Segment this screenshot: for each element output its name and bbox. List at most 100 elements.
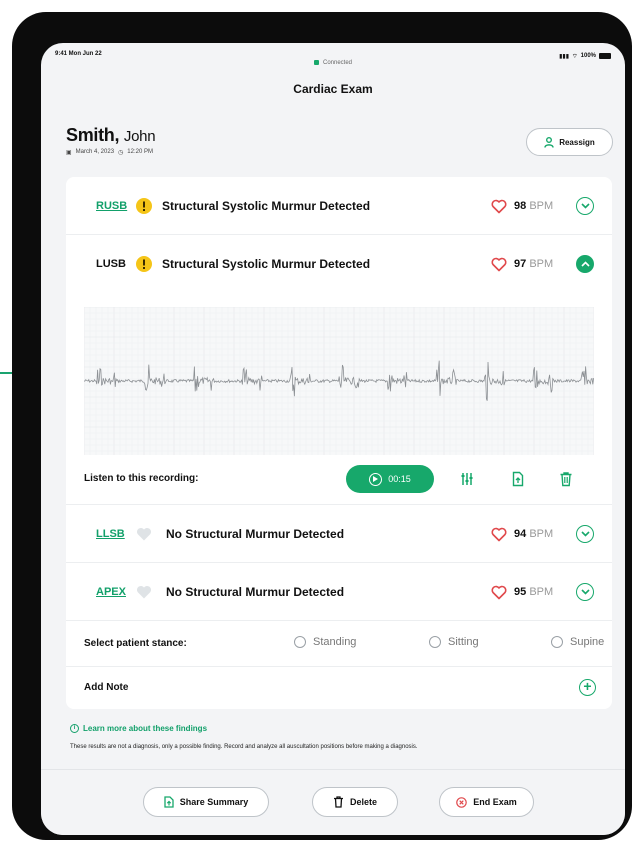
finding-row-apex[interactable]: APEX No Structural Murmur Detected 95 BP… (66, 563, 612, 621)
warning-icon (136, 198, 152, 214)
heart-rate: 94 BPM (514, 528, 553, 540)
signal-icon: ▮▮▮ (559, 53, 569, 60)
chevron-up-icon (580, 261, 590, 267)
stance-selector: Select patient stance: Standing Sitting … (66, 621, 612, 667)
learn-more-text: Learn more about these findings (83, 724, 208, 733)
bpm-value: 98 (514, 199, 527, 212)
bpm-unit: BPM (529, 258, 554, 270)
wifi-icon: ⌔ (572, 54, 578, 60)
bpm-unit: BPM (529, 527, 554, 540)
exam-time: 12:20 PM (127, 149, 153, 155)
plus-icon[interactable]: + (579, 679, 596, 696)
stance-option-label: Supine (570, 636, 605, 648)
bpm-unit: BPM (529, 585, 554, 598)
end-exam-label: End Exam (473, 797, 517, 807)
tablet-frame: 9:41 Mon Jun 22 ▮▮▮ ⌔ 100% Connected Car… (12, 12, 632, 840)
heart-rate: 98 BPM (514, 200, 553, 212)
expand-button[interactable] (576, 525, 594, 543)
stance-option-standing[interactable]: Standing (294, 636, 356, 648)
page: 9:41 Mon Jun 22 ▮▮▮ ⌔ 100% Connected Car… (0, 0, 635, 841)
radio-button[interactable] (429, 636, 441, 648)
finding-text: Structural Systolic Murmur Detected (162, 198, 371, 213)
warning-icon (136, 256, 152, 272)
share-document-icon (164, 796, 174, 808)
stance-label: Select patient stance: (84, 638, 187, 649)
play-recording-button[interactable]: 00:15 (346, 465, 434, 493)
battery-percent: 100% (580, 53, 596, 59)
stance-option-sitting[interactable]: Sitting (429, 636, 479, 648)
user-icon (544, 136, 554, 148)
finding-text: Structural Systolic Murmur Detected (162, 257, 371, 271)
patient-first-name: John (123, 128, 156, 145)
patient-last-name: Smith, (66, 125, 120, 145)
collapse-button[interactable] (576, 255, 594, 273)
stance-option-supine[interactable]: Supine (551, 636, 604, 648)
app-screen: 9:41 Mon Jun 22 ▮▮▮ ⌔ 100% Connected Car… (41, 43, 625, 835)
recording-player: Listen to this recording: 00:15 (66, 455, 612, 505)
finding-row-llsb[interactable]: LLSB No Structural Murmur Detected 94 BP… (66, 505, 612, 563)
chevron-down-icon (580, 531, 590, 537)
disclaimer-text: These results are not a diagnosis, only … (70, 744, 418, 750)
clock-icon: ◷ (118, 150, 124, 156)
finding-text: No Structural Murmur Detected (166, 584, 345, 599)
connection-label: Connected (322, 60, 353, 67)
connection-status: Connected (41, 60, 625, 66)
heart-icon (491, 199, 507, 214)
heart-icon (491, 527, 507, 542)
info-icon: i (70, 724, 79, 733)
heart-rate: 97 BPM (514, 258, 553, 270)
exam-datetime: ▣ March 4, 2023 ◷ 12:20 PM (66, 149, 155, 156)
calendar-icon: ▣ (66, 150, 72, 156)
filter-settings-icon[interactable] (459, 471, 475, 487)
add-note-label: Add Note (84, 682, 129, 693)
stance-option-label: Standing (313, 636, 357, 648)
delete-label: Delete (349, 797, 377, 807)
reassign-label: Reassign (559, 137, 595, 147)
radio-button[interactable] (551, 636, 563, 648)
battery-icon (599, 53, 611, 59)
add-note-row[interactable]: Add Note + (66, 667, 612, 709)
radio-button[interactable] (294, 636, 306, 648)
finding-row-rusb[interactable]: RUSB Structural Systolic Murmur Detected… (66, 177, 612, 235)
bpm-value: 95 (514, 585, 527, 598)
heart-outline-icon (136, 585, 152, 599)
location-link-llsb[interactable]: LLSB (96, 528, 125, 540)
trash-icon (333, 796, 343, 808)
phonocardiogram-waveform (84, 307, 594, 455)
auscultation-card: RUSB Structural Systolic Murmur Detected… (66, 177, 612, 709)
finding-text: No Structural Murmur Detected (166, 526, 345, 541)
patient-header: Smith, John ▣ March 4, 2023 ◷ 12:20 PM (66, 125, 156, 156)
expand-button[interactable] (576, 197, 594, 215)
export-document-icon[interactable] (510, 471, 526, 487)
location-link-apex[interactable]: APEX (96, 586, 126, 598)
exam-date: March 4, 2023 (75, 149, 115, 155)
trash-icon[interactable] (558, 471, 574, 487)
share-summary-label: Share Summary (179, 797, 249, 807)
connected-indicator-icon (313, 60, 319, 65)
patient-name: Smith, John (66, 125, 156, 146)
bpm-value: 97 (514, 258, 527, 270)
chevron-down-icon (580, 203, 590, 209)
finding-row-lusb[interactable]: LUSB Structural Systolic Murmur Detected… (66, 235, 612, 293)
bpm-unit: BPM (529, 199, 554, 212)
stance-option-label: Sitting (448, 636, 479, 648)
location-link-rusb[interactable]: RUSB (96, 200, 127, 212)
heart-rate: 95 BPM (514, 586, 553, 598)
chevron-down-icon (580, 589, 590, 595)
recording-duration: 00:15 (388, 474, 411, 484)
bpm-value: 94 (514, 527, 527, 540)
share-summary-button[interactable]: Share Summary (143, 787, 269, 817)
delete-button[interactable]: Delete (312, 787, 398, 817)
learn-more-link[interactable]: i Learn more about these findings (70, 724, 207, 733)
page-title: Cardiac Exam (293, 82, 373, 96)
heart-outline-icon (136, 527, 152, 541)
reassign-button[interactable]: Reassign (526, 128, 613, 156)
location-label-lusb: LUSB (96, 258, 126, 270)
play-icon (369, 472, 383, 486)
heart-icon (491, 257, 507, 272)
end-exam-button[interactable]: End Exam (439, 787, 534, 817)
footer-actions: Share Summary Delete End Exam (41, 769, 625, 835)
expand-button[interactable] (576, 583, 594, 601)
listen-label: Listen to this recording: (84, 473, 199, 484)
heart-icon (491, 585, 507, 600)
